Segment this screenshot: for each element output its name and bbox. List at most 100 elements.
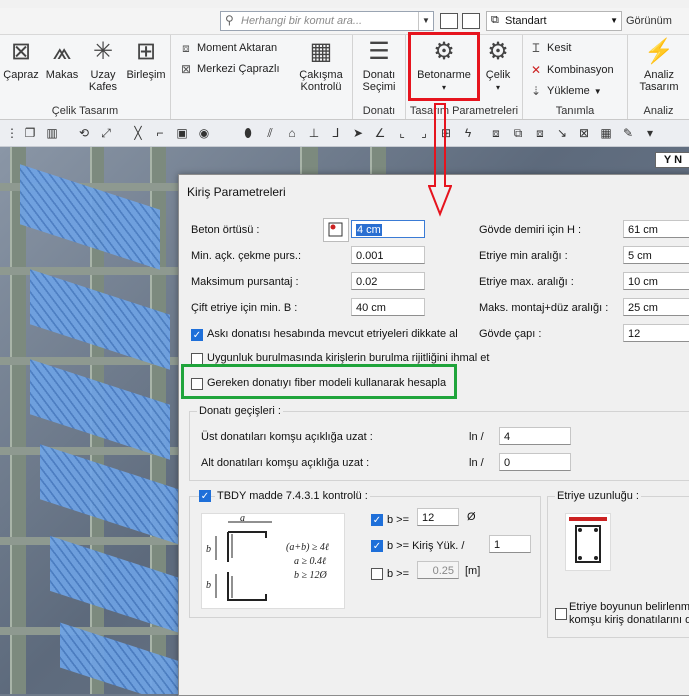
line-icon[interactable]: ⌐ xyxy=(152,125,168,141)
clash-icon: ▦ xyxy=(309,38,333,65)
angle-icon[interactable]: ∠ xyxy=(372,125,388,141)
rotate-icon[interactable]: ⟲ xyxy=(76,125,92,141)
lightning-small-icon[interactable]: ϟ xyxy=(460,125,476,141)
chart-icon[interactable]: ⌞ xyxy=(394,125,410,141)
group-label: Tasarım Parametreleri xyxy=(409,105,519,117)
wall-icon[interactable]: ⅃ xyxy=(328,125,344,141)
chevron-down-icon[interactable]: ▾ xyxy=(642,125,658,141)
b-kiris-yuk-input[interactable]: 1 xyxy=(489,535,531,553)
dialog-title: Kiriş Parametreleri xyxy=(187,185,286,199)
search-placeholder: Herhangi bir komut ara... xyxy=(241,15,363,27)
arrow-down-icon xyxy=(428,103,452,217)
donati-gecisleri-frame xyxy=(189,411,689,481)
eraser-icon[interactable]: ✎ xyxy=(620,125,636,141)
etriye-max-input[interactable]: 10 cm xyxy=(623,272,689,290)
yukleme-button[interactable]: ⇣ Yükleme ▼ xyxy=(529,84,602,98)
frame2-icon[interactable]: ▦ xyxy=(598,125,614,141)
ust-donati-label: Üst donatıları komşu açıklığa uzat : xyxy=(201,431,373,443)
kiris-parametreleri-dialog: Kiriş Parametreleri Beton örtüsü : 4 cm … xyxy=(178,174,689,696)
b-kiris-yuk-checkbox[interactable]: ✓ xyxy=(371,540,383,552)
uzay-kafes-button[interactable]: ✳ Uzay Kafes xyxy=(84,37,122,94)
ln-label: ln / xyxy=(469,431,484,443)
govde-demiri-input[interactable]: 61 cm xyxy=(623,220,689,238)
foundation-icon[interactable]: ➤ xyxy=(350,125,366,141)
section-icon: Ɪ xyxy=(532,41,540,55)
merkezi-caprazli-button[interactable]: ⊠ Merkezi Çaprazlı xyxy=(179,62,280,76)
highlight-fiber-option xyxy=(181,364,457,399)
tbdy-checkbox[interactable]: ✓ xyxy=(199,490,211,502)
beam-icon[interactable]: ⫽ xyxy=(262,125,278,141)
brace-icon: ⊠ xyxy=(180,62,192,76)
birlesim-button[interactable]: ⊞ Birleşim xyxy=(124,37,168,82)
chevron-down-icon[interactable]: ▼ xyxy=(418,12,433,30)
makas-button[interactable]: ⩕ Makas xyxy=(42,37,82,82)
alt-donati-label: Alt donatıları komşu açıklığa uzat : xyxy=(201,457,370,469)
grid3-icon[interactable]: ⧈ xyxy=(532,125,548,141)
alt-donati-input[interactable]: 0 xyxy=(499,453,571,471)
layers-icon[interactable] xyxy=(440,13,458,29)
chevron-down-icon: ▼ xyxy=(593,86,602,96)
grid2-icon[interactable]: ⧉ xyxy=(510,125,526,141)
celik-button[interactable]: ⚙ Çelik ▾ xyxy=(478,37,518,94)
b-min-phi-input[interactable]: 12 xyxy=(417,508,459,526)
min-ack-input[interactable]: 0.001 xyxy=(351,246,425,264)
cift-etriye-label: Çift etriye için min. B : xyxy=(191,302,298,314)
ribbon-group-tanimla: Ɪ Kesit ✕ Kombinasyon ⇣ Yükleme ▼ Tanıml… xyxy=(523,35,628,119)
maks-montaj-label: Maks. montaj+düz aralığı : xyxy=(479,302,609,314)
search-icon: ⚲ xyxy=(225,13,234,27)
beam xyxy=(0,537,180,545)
aski-checkbox[interactable]: ✓ xyxy=(191,329,203,341)
b-min-m-input[interactable]: 0.25 xyxy=(417,561,459,579)
object-icon[interactable]: ▣ xyxy=(174,125,190,141)
tbdy-title: TBDY madde 7.4.3.1 kontrolü : xyxy=(215,490,370,502)
cakisma-kontrolu-button[interactable]: ▦ Çakışma Kontrolü xyxy=(295,37,347,94)
column xyxy=(10,147,26,694)
frame-icon[interactable]: ⊠ xyxy=(576,125,592,141)
capraz-button[interactable]: ⊠ Çapraz xyxy=(2,37,40,82)
ln-label: ln / xyxy=(469,457,484,469)
ribbon-group-analiz: ⚡ Analiz Tasarım Analiz xyxy=(628,35,689,119)
slab-icon[interactable]: ⌂ xyxy=(284,125,300,141)
preset-select[interactable]: ⧉ Standart ▼ xyxy=(486,11,622,31)
gear-icon: ⚙ xyxy=(487,38,509,65)
moment-aktaran-button[interactable]: ⧈ Moment Aktaran xyxy=(179,41,277,55)
stair-icon[interactable]: ⊥ xyxy=(306,125,322,141)
b-min-phi-checkbox[interactable]: ✓ xyxy=(371,514,383,526)
sketch-formula-3: b ≥ 12Ø xyxy=(294,570,327,581)
draw-icon[interactable]: ╳ xyxy=(130,125,146,141)
etriye-max-label: Etriye max. aralığı : xyxy=(479,276,574,288)
zoom-icon[interactable]: ⤢ xyxy=(98,125,114,141)
cift-etriye-input[interactable]: 40 cm xyxy=(351,298,425,316)
layout-icon[interactable]: ▥ xyxy=(44,125,60,141)
layers-alt-icon[interactable] xyxy=(462,13,480,29)
arrow-icon[interactable]: ↘ xyxy=(554,125,570,141)
top-command-bar: ⚲ Herhangi bir komut ara... ▼ ⧉ Standart… xyxy=(0,8,689,35)
cover-icon[interactable] xyxy=(323,218,349,242)
toolbar-grip-icon: ⋮ xyxy=(6,126,18,140)
ust-donati-input[interactable]: 4 xyxy=(499,427,571,445)
view-icon[interactable]: ◉ xyxy=(196,125,212,141)
max-purs-input[interactable]: 0.02 xyxy=(351,272,425,290)
kombinasyon-button[interactable]: ✕ Kombinasyon xyxy=(529,63,614,77)
etriye-min-input[interactable]: 5 cm xyxy=(623,246,689,264)
chevron-down-icon: ▾ xyxy=(495,83,500,92)
beton-ortusu-input[interactable]: 4 cm xyxy=(351,220,425,238)
column-icon[interactable]: ⬮ xyxy=(240,125,256,141)
title-strip xyxy=(0,0,689,8)
tbdy-sketch: a b b (a+b) ≥ 4ℓ a ≥ 0.4ℓ b ≥ 12Ø xyxy=(201,513,345,609)
grid-icon[interactable]: ⧈ xyxy=(488,125,504,141)
kesit-button[interactable]: Ɪ Kesit xyxy=(529,41,572,55)
b-min-m-checkbox[interactable] xyxy=(371,568,383,580)
govde-capi-input[interactable]: 12 xyxy=(623,324,689,342)
etriye-boyu-checkbox[interactable] xyxy=(555,608,567,620)
analiz-tasarim-button[interactable]: ⚡ Analiz Tasarım xyxy=(632,37,686,94)
group-label: Donatı xyxy=(362,105,396,117)
donati-secimi-button[interactable]: ☰ Donatı Seçimi xyxy=(355,37,403,94)
b-min-phi-label: b >= xyxy=(387,514,410,526)
view-orientation-box[interactable]: Y N xyxy=(655,152,689,168)
etriye-boyu-label-1: Etriye boyunun belirlenme xyxy=(569,601,689,613)
window-icon[interactable]: ❐ xyxy=(22,125,38,141)
view-menu[interactable]: Görünüm xyxy=(626,15,672,27)
maks-montaj-input[interactable]: 25 cm xyxy=(623,298,689,316)
command-search[interactable]: ⚲ Herhangi bir komut ara... ▼ xyxy=(220,11,434,31)
